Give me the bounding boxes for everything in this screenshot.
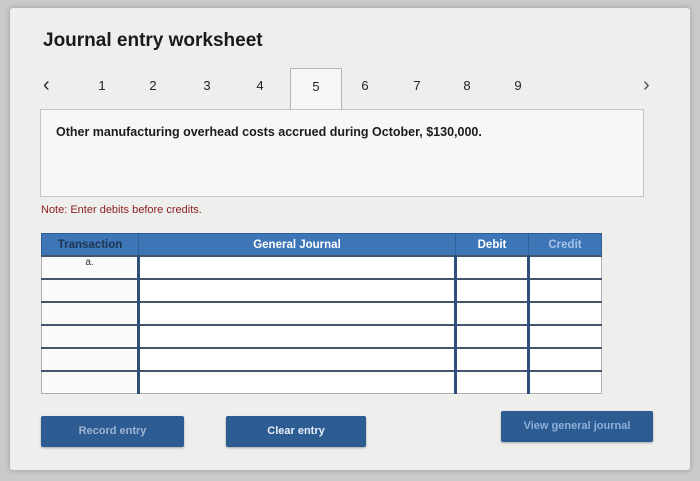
- column-header-debit: Debit: [455, 233, 529, 257]
- column-header-transaction: Transaction: [41, 233, 139, 257]
- chevron-left-icon[interactable]: ‹: [43, 74, 50, 97]
- page-title: Journal entry worksheet: [43, 30, 263, 51]
- table-row: [41, 278, 602, 303]
- transaction-description: Other manufacturing overhead costs accru…: [56, 125, 482, 139]
- tab-2[interactable]: 2: [138, 78, 168, 93]
- credit-input[interactable]: [527, 324, 602, 349]
- tab-6[interactable]: 6: [350, 78, 380, 93]
- table-row: [41, 324, 602, 349]
- account-input[interactable]: [137, 278, 456, 303]
- account-input[interactable]: [137, 370, 456, 394]
- tab-5[interactable]: 5: [290, 68, 342, 109]
- journal-table: Transaction General Journal Debit Credit…: [41, 233, 602, 394]
- account-input[interactable]: [137, 255, 456, 280]
- tab-7[interactable]: 7: [402, 78, 432, 93]
- transaction-cell: [41, 370, 139, 394]
- clear-entry-button[interactable]: Clear entry: [226, 416, 366, 447]
- record-entry-button[interactable]: Record entry: [41, 416, 184, 447]
- table-row: [41, 347, 602, 372]
- transaction-cell: [41, 347, 139, 372]
- worksheet-panel: Journal entry worksheet ‹ 1 2 3 4 5 6 7 …: [10, 8, 690, 470]
- transaction-cell: [41, 324, 139, 349]
- debit-input[interactable]: [454, 278, 529, 303]
- account-input[interactable]: [137, 324, 456, 349]
- credit-input[interactable]: [527, 255, 602, 280]
- transaction-description-box: Other manufacturing overhead costs accru…: [40, 109, 644, 197]
- tab-1[interactable]: 1: [87, 78, 117, 93]
- table-row: [41, 370, 602, 394]
- transaction-cell: [41, 301, 139, 326]
- debit-input[interactable]: [454, 324, 529, 349]
- tab-3[interactable]: 3: [192, 78, 222, 93]
- debit-input[interactable]: [454, 347, 529, 372]
- debit-input[interactable]: [454, 301, 529, 326]
- table-row: [41, 301, 602, 326]
- tab-4[interactable]: 4: [245, 78, 275, 93]
- tab-8[interactable]: 8: [452, 78, 482, 93]
- chevron-right-icon[interactable]: ›: [643, 74, 650, 97]
- credit-input[interactable]: [527, 347, 602, 372]
- transaction-cell: a.: [41, 255, 139, 280]
- credit-input[interactable]: [527, 278, 602, 303]
- account-input[interactable]: [137, 301, 456, 326]
- table-row: a.: [41, 255, 602, 280]
- tab-9[interactable]: 9: [503, 78, 533, 93]
- instruction-note: Note: Enter debits before credits.: [41, 204, 202, 216]
- view-general-journal-button[interactable]: View general journal: [501, 411, 653, 442]
- credit-input[interactable]: [527, 301, 602, 326]
- credit-input[interactable]: [527, 370, 602, 394]
- column-header-general-journal: General Journal: [138, 233, 456, 257]
- column-header-credit: Credit: [528, 233, 602, 257]
- transaction-cell: [41, 278, 139, 303]
- entry-navigation: ‹ 1 2 3 4 5 6 7 8 9 ›: [10, 68, 690, 109]
- debit-input[interactable]: [454, 370, 529, 394]
- account-input[interactable]: [137, 347, 456, 372]
- debit-input[interactable]: [454, 255, 529, 280]
